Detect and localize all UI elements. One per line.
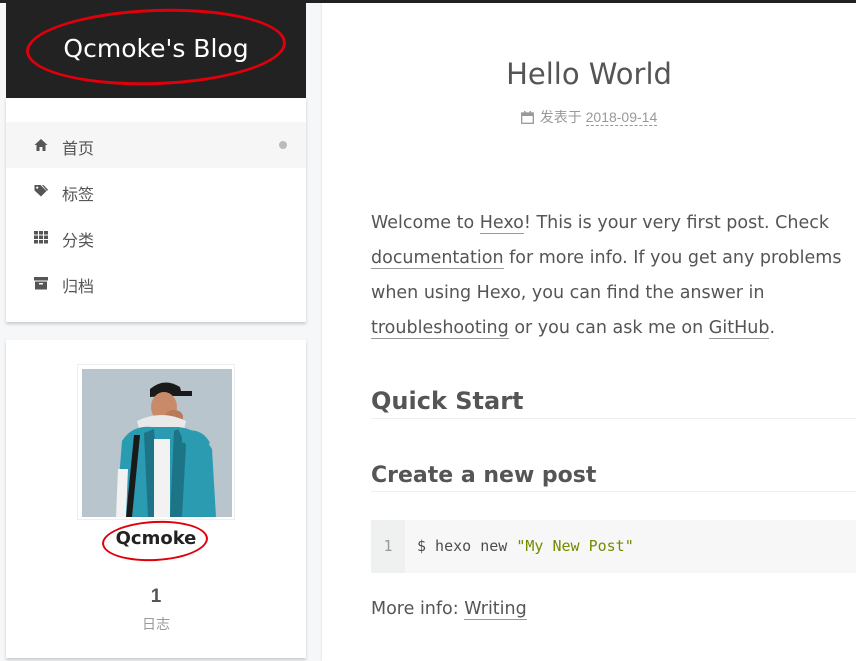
annotation-circle	[101, 518, 209, 564]
heading-create-post: Create a new post	[371, 463, 856, 492]
site-brand: Qcmoke's Blog	[6, 0, 306, 98]
calendar-icon	[520, 111, 534, 124]
text: ! This is your very first post. Check	[523, 213, 830, 233]
menu-item-label: 首页	[62, 141, 95, 158]
code-block: 1 $ hexo new "My New Post"	[371, 520, 856, 573]
posts-count-label[interactable]: 日志	[6, 614, 306, 634]
post-title[interactable]: Hello World	[322, 57, 856, 91]
author-profile: Qcmoke 1 日志	[6, 340, 306, 658]
grid-icon	[34, 231, 48, 244]
menu-item-label: 分类	[62, 233, 95, 250]
heading-quick-start: Quick Start	[371, 387, 856, 419]
annotation-circle	[24, 4, 288, 90]
avatar-frame	[77, 364, 235, 520]
menu-item-archives[interactable]: 归档	[6, 260, 306, 306]
code-string: "My New Post"	[516, 537, 634, 555]
avatar-illustration	[82, 369, 232, 517]
code-line-number: 1	[371, 520, 405, 573]
github-link[interactable]: GitHub	[708, 318, 770, 339]
troubleshooting-link[interactable]: troubleshooting	[371, 318, 509, 339]
site-nav: 首页 标签 分类 归档	[6, 98, 306, 322]
posts-count[interactable]: 1	[6, 586, 306, 608]
menu-item-home[interactable]: 首页	[6, 122, 306, 168]
more-info-label: More info:	[371, 599, 465, 619]
active-indicator	[279, 141, 287, 149]
post-date[interactable]: 2018-09-14	[585, 109, 658, 126]
text: or you can ask me on	[508, 318, 709, 338]
archive-icon	[34, 277, 48, 290]
avatar	[82, 369, 232, 517]
more-info: More info: Writing	[371, 599, 527, 620]
home-icon	[34, 139, 48, 151]
post-meta: 发表于 2018-09-14	[322, 107, 856, 127]
menu-item-label: 标签	[62, 187, 95, 204]
menu-item-tags[interactable]: 标签	[6, 168, 306, 214]
menu-item-categories[interactable]: 分类	[6, 214, 306, 260]
text: .	[769, 318, 776, 338]
menu-item-label: 归档	[62, 279, 95, 296]
post-intro: Welcome to Hexo! This is your very first…	[371, 206, 851, 346]
post-meta-label: 发表于	[539, 109, 582, 125]
code-command: $ hexo new	[417, 537, 517, 555]
documentation-link[interactable]: documentation	[371, 248, 504, 269]
writing-link[interactable]: Writing	[464, 599, 527, 620]
post-container: Hello World 发表于 2018-09-14 Welcome to He…	[322, 3, 856, 661]
code-line: $ hexo new "My New Post"	[405, 520, 634, 573]
tags-icon	[34, 185, 48, 197]
hexo-link[interactable]: Hexo	[479, 213, 524, 234]
text: Welcome to	[371, 213, 480, 233]
